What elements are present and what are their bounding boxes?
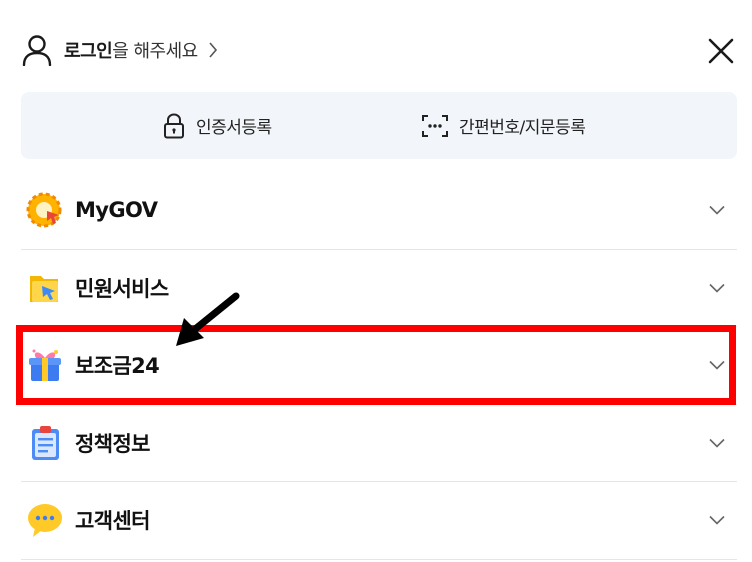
pin-scan-icon — [422, 114, 448, 137]
user-icon — [22, 35, 52, 66]
chevron-down-icon — [709, 283, 725, 293]
menu-item-label: 고객센터 — [75, 509, 150, 534]
menu-item-customer-center[interactable]: 고객센터 — [21, 482, 737, 560]
lock-icon — [164, 112, 184, 138]
clipboard-icon — [25, 423, 65, 463]
menu-item-label: MyGOV — [75, 198, 158, 223]
auth-box: 인증서등록 간편번호/지문등록 — [21, 92, 737, 159]
menu-item-policy-info[interactable]: 정책정보 — [21, 405, 737, 482]
chevron-down-icon — [709, 360, 725, 370]
menu-item-civil-service[interactable]: 민원서비스 — [21, 250, 737, 327]
login-text: 로그인을 해주세요 — [64, 37, 198, 63]
main-menu: MyGOV 민원서비스 보조금24 정책정보 고객센터 — [21, 172, 737, 560]
certificate-register-label: 인증서등록 — [196, 118, 272, 138]
close-button[interactable] — [706, 36, 736, 66]
menu-item-label: 정책정보 — [75, 431, 150, 456]
chat-bubble-icon — [25, 500, 65, 540]
top-bar: 로그인을 해주세요 — [0, 0, 752, 100]
chevron-down-icon — [709, 515, 725, 525]
chevron-down-icon — [709, 205, 725, 215]
menu-item-label: 보조금24 — [75, 354, 160, 379]
chevron-right-icon — [209, 42, 217, 58]
gift-icon — [25, 345, 65, 385]
civil-service-icon — [25, 268, 65, 308]
simple-auth-register-label: 간편번호/지문등록 — [459, 118, 586, 138]
login-link[interactable]: 로그인을 해주세요 — [22, 33, 218, 67]
login-strong: 로그인 — [64, 41, 113, 62]
close-icon — [708, 38, 734, 64]
menu-item-mygov[interactable]: MyGOV — [21, 172, 737, 250]
menu-item-label: 민원서비스 — [75, 276, 169, 301]
mygov-icon — [25, 190, 65, 230]
chevron-down-icon — [709, 438, 725, 448]
login-rest: 을 해주세요 — [112, 41, 198, 62]
simple-auth-register-button[interactable]: 간편번호/지문등록 — [421, 92, 586, 159]
menu-item-subsidy24[interactable]: 보조금24 — [21, 327, 737, 405]
certificate-register-button[interactable]: 인증서등록 — [162, 92, 272, 159]
